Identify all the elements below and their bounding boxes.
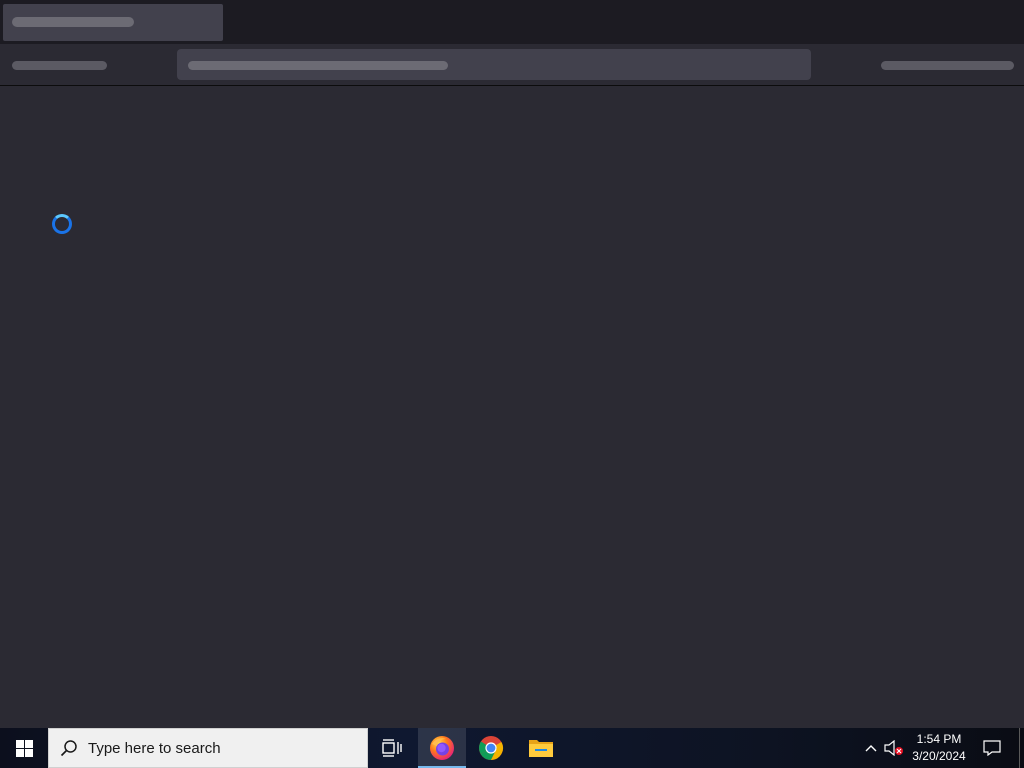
windows-logo-icon xyxy=(15,739,33,757)
task-view-button[interactable] xyxy=(368,728,416,768)
page-content xyxy=(0,86,1024,728)
tab-strip xyxy=(0,0,1024,44)
browser-window xyxy=(0,0,1024,728)
chrome-taskbar-button[interactable] xyxy=(467,728,515,768)
navigation-toolbar xyxy=(0,44,1024,86)
volume-button[interactable] xyxy=(883,728,905,768)
taskbar: Type here to search 1:54 PM 3/20/2024 xyxy=(0,728,1024,768)
chevron-up-icon xyxy=(865,745,877,752)
nav-buttons-placeholder xyxy=(12,61,107,70)
start-button[interactable] xyxy=(0,728,48,768)
file-explorer-icon xyxy=(529,740,553,757)
toolbar-buttons-placeholder xyxy=(881,61,1014,70)
task-view-icon xyxy=(382,739,402,757)
notification-icon xyxy=(983,740,1001,756)
firefox-taskbar-button[interactable] xyxy=(418,728,466,768)
taskbar-search-box[interactable]: Type here to search xyxy=(48,728,368,768)
volume-muted-icon xyxy=(884,740,903,756)
clock-date: 3/20/2024 xyxy=(912,749,966,763)
search-placeholder: Type here to search xyxy=(88,739,221,757)
action-center-button[interactable] xyxy=(978,728,1006,768)
search-icon xyxy=(49,728,89,768)
clock-time: 1:54 PM xyxy=(916,732,962,746)
address-text-placeholder xyxy=(188,61,448,70)
chrome-icon xyxy=(479,736,504,760)
taskbar-clock[interactable]: 1:54 PM 3/20/2024 xyxy=(904,728,974,768)
address-bar-placeholder[interactable] xyxy=(177,49,811,80)
show-hidden-icons-button[interactable] xyxy=(860,728,882,768)
tab-title-placeholder xyxy=(12,17,134,27)
desktop-screen: Type here to search 1:54 PM 3/20/2024 xyxy=(0,0,1024,768)
firefox-icon xyxy=(430,736,454,760)
tab-placeholder[interactable] xyxy=(3,4,223,41)
loading-spinner-icon xyxy=(52,214,72,234)
show-desktop-button[interactable] xyxy=(1019,728,1024,768)
file-explorer-taskbar-button[interactable] xyxy=(517,728,565,768)
